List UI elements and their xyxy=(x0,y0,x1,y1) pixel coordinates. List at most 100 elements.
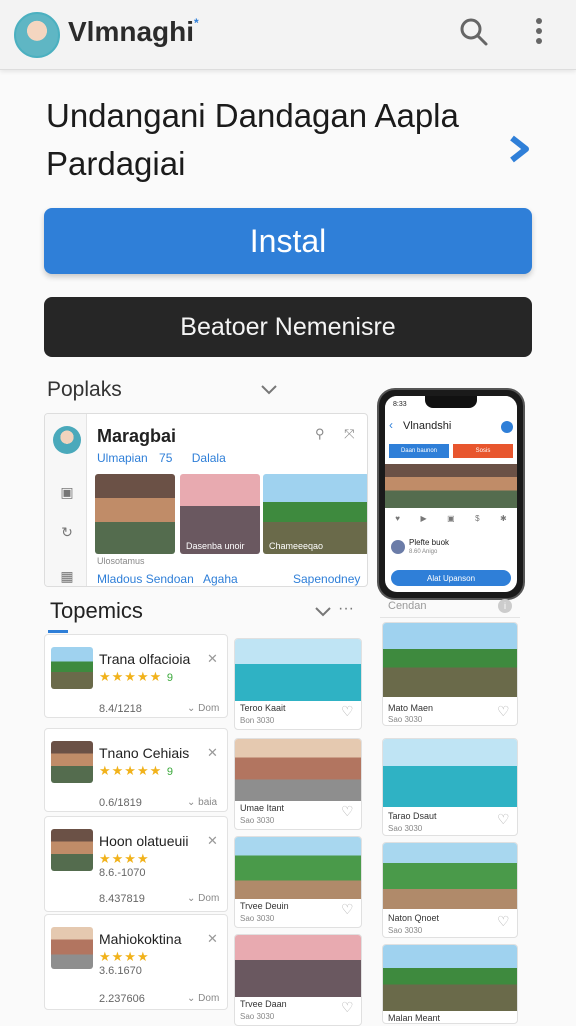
media-tile[interactable]: Trvee Deuin Sao 3030 ♡ xyxy=(234,836,362,928)
refresh-icon[interactable]: ↻ xyxy=(59,524,75,540)
phone-mockup: 8:33 ‹ Vlnandshi Daan baunon Sosis ♥ ▶ ▣ $ ✱… xyxy=(377,388,525,600)
thumbnail xyxy=(51,829,93,871)
side-rail: ▣ ↻ ▦ xyxy=(45,414,87,586)
list-item-action[interactable]: ⌄ Dom xyxy=(187,893,219,904)
app-preview-card[interactable]: ▣ ↻ ▦ Maragbai ⚲ ⤧ Ulmapian 75 Dalala Da… xyxy=(44,413,368,587)
tile-title: Mato Maen xyxy=(388,703,434,713)
list-item-action[interactable]: ⌄ Dom xyxy=(187,703,219,714)
money-icon[interactable]: $ xyxy=(475,514,479,528)
list-item-action[interactable]: ⌄ baia xyxy=(187,797,217,808)
avatar xyxy=(53,426,81,454)
search-icon[interactable] xyxy=(458,16,490,48)
name-link[interactable]: Agaha xyxy=(203,572,238,586)
media-tile[interactable]: Umae Itant Sao 3030 ♡ xyxy=(234,738,362,830)
list-item[interactable]: Tnano Cehiais ✕ ★★★★★ 9 0.6/1819 ⌄ baia xyxy=(44,728,228,812)
expand-icon[interactable]: ⤧ xyxy=(344,426,354,441)
tile-subtitle: Sao 3030 xyxy=(388,824,423,833)
image-icon[interactable]: ▣ xyxy=(59,484,75,500)
photo-village-house[interactable]: Chameeeqao xyxy=(263,474,367,554)
close-icon[interactable]: ✕ xyxy=(207,745,218,761)
phone-button-left[interactable]: Daan baunon xyxy=(389,444,449,458)
tab-indicator xyxy=(48,630,68,633)
photo-woman-hijab-1[interactable] xyxy=(95,474,175,554)
chevron-down-icon[interactable] xyxy=(314,606,332,618)
heart-icon[interactable]: ♡ xyxy=(341,703,354,720)
phone-hero-photo xyxy=(385,464,517,508)
rating-stars: ★★★★ xyxy=(99,851,150,866)
tile-image xyxy=(383,945,517,1011)
info-icon[interactable]: i xyxy=(498,599,512,613)
search-icon[interactable]: ⚲ xyxy=(315,426,325,441)
more-vert-icon[interactable] xyxy=(528,14,550,48)
tile-title: Teroo Kaait xyxy=(240,703,286,713)
close-icon[interactable]: ✕ xyxy=(207,651,218,667)
section-title-topemics: Topemics xyxy=(50,598,143,623)
media-tile[interactable]: Trvee Daan Sao 3030 ♡ xyxy=(234,934,362,1026)
tile-subtitle: Bon 3030 xyxy=(240,716,275,725)
tile-image xyxy=(383,739,517,807)
list-item[interactable]: Hoon olatueuii ✕ ★★★★ 8.6.-1070 8.437819… xyxy=(44,816,228,912)
media-tile[interactable]: Teroo Kaait Bon 3030 ♡ xyxy=(234,638,362,730)
list-item-meta: 3.6.1670 xyxy=(99,965,142,977)
phone-post-sub: 8.60 Anigo xyxy=(409,549,438,555)
name-link[interactable]: Mladous Sendoan xyxy=(97,572,194,586)
heart-icon[interactable]: ♡ xyxy=(497,703,510,720)
list-item-title: Hoon olatueuii xyxy=(99,833,189,849)
chevron-right-icon[interactable] xyxy=(504,132,534,166)
list-item-number: 2.237606 xyxy=(99,993,145,1005)
media-tile[interactable]: Mato Maen Sao 3030 ♡ xyxy=(382,622,518,726)
heart-icon[interactable]: ♡ xyxy=(341,803,354,820)
heart-icon[interactable]: ♡ xyxy=(341,901,354,918)
page-headline: Undangani Dandagan Aapla Pardagiai xyxy=(46,97,459,182)
media-tile[interactable]: Naton Qnoet Sao 3030 ♡ xyxy=(382,842,518,938)
card-names: Mladous Sendoan Agaha Sapenodney xyxy=(97,572,367,586)
close-icon[interactable]: ✕ xyxy=(207,931,218,947)
rating-stars: ★★★★ xyxy=(99,949,150,964)
media-tile[interactable]: Tarao Dsaut Sao 3030 ♡ xyxy=(382,738,518,836)
phone-toolbar: ♥ ▶ ▣ $ ✱ xyxy=(385,514,517,528)
list-item-action[interactable]: ⌄ Dom xyxy=(187,993,219,1004)
tile-title: Tarao Dsaut xyxy=(388,811,437,821)
heart-icon[interactable]: ♡ xyxy=(497,913,510,930)
close-icon[interactable]: ✕ xyxy=(207,833,218,849)
install-button[interactable]: Instal xyxy=(44,208,532,274)
tile-title: Umae Itant xyxy=(240,803,285,813)
video-icon[interactable]: ▶ xyxy=(420,514,426,528)
list-item-number: 8.4/1218 xyxy=(99,703,142,715)
tile-subtitle: Sao 3030 xyxy=(240,1012,275,1021)
rating-stars: ★★★★★ 9 xyxy=(99,669,175,684)
tile-image xyxy=(235,935,361,997)
heart-icon[interactable]: ♡ xyxy=(497,811,510,828)
list-item-title: Tnano Cehiais xyxy=(99,745,190,761)
like-icon[interactable]: ♥ xyxy=(395,514,400,528)
list-item[interactable]: Mahiokoktina ✕ ★★★★ 3.6.1670 2.237606 ⌄ … xyxy=(44,914,228,1010)
chevron-down-icon[interactable] xyxy=(260,384,278,396)
column-header: Cendan i xyxy=(380,596,520,618)
thumbnail xyxy=(51,927,93,969)
tile-image xyxy=(383,843,517,909)
phone-button-right[interactable]: Sosis xyxy=(453,444,513,458)
list-item-meta: 8.6.-1070 xyxy=(99,867,146,879)
settings-icon[interactable]: ✱ xyxy=(500,514,507,528)
phone-notch xyxy=(425,396,477,408)
tile-title: Trvee Deuin xyxy=(240,901,289,911)
list-item[interactable]: Trana olfacioia ✕ ★★★★★ 9 8.4/1218 ⌄ Dom xyxy=(44,634,228,718)
card-meta: Ulmapian 75 Dalala xyxy=(97,451,226,465)
image-icon[interactable]: ▣ xyxy=(447,514,455,528)
rating-stars: ★★★★★ 9 xyxy=(99,763,175,778)
name-link[interactable]: Sapenodney xyxy=(293,572,360,586)
photo-woman-hijab-2[interactable]: Dasenba unoir xyxy=(180,474,260,554)
info-icon[interactable] xyxy=(501,421,513,433)
back-arrow-icon[interactable]: ‹ xyxy=(389,418,393,432)
card-subtitle: Ulosotamus xyxy=(97,556,145,566)
secondary-button[interactable]: Beatoer Nemenisre xyxy=(44,297,532,357)
tile-title: Trvee Daan xyxy=(240,999,287,1009)
more-horiz-icon[interactable]: ··· xyxy=(338,600,354,618)
grid-icon[interactable]: ▦ xyxy=(59,568,75,584)
tile-subtitle: Sao 3030 xyxy=(240,914,275,923)
app-logo xyxy=(14,12,60,58)
tile-image xyxy=(235,739,361,801)
phone-cta-button[interactable]: Alat Upanson xyxy=(391,570,511,586)
heart-icon[interactable]: ♡ xyxy=(341,999,354,1016)
media-tile[interactable]: Malan Meant xyxy=(382,944,518,1024)
